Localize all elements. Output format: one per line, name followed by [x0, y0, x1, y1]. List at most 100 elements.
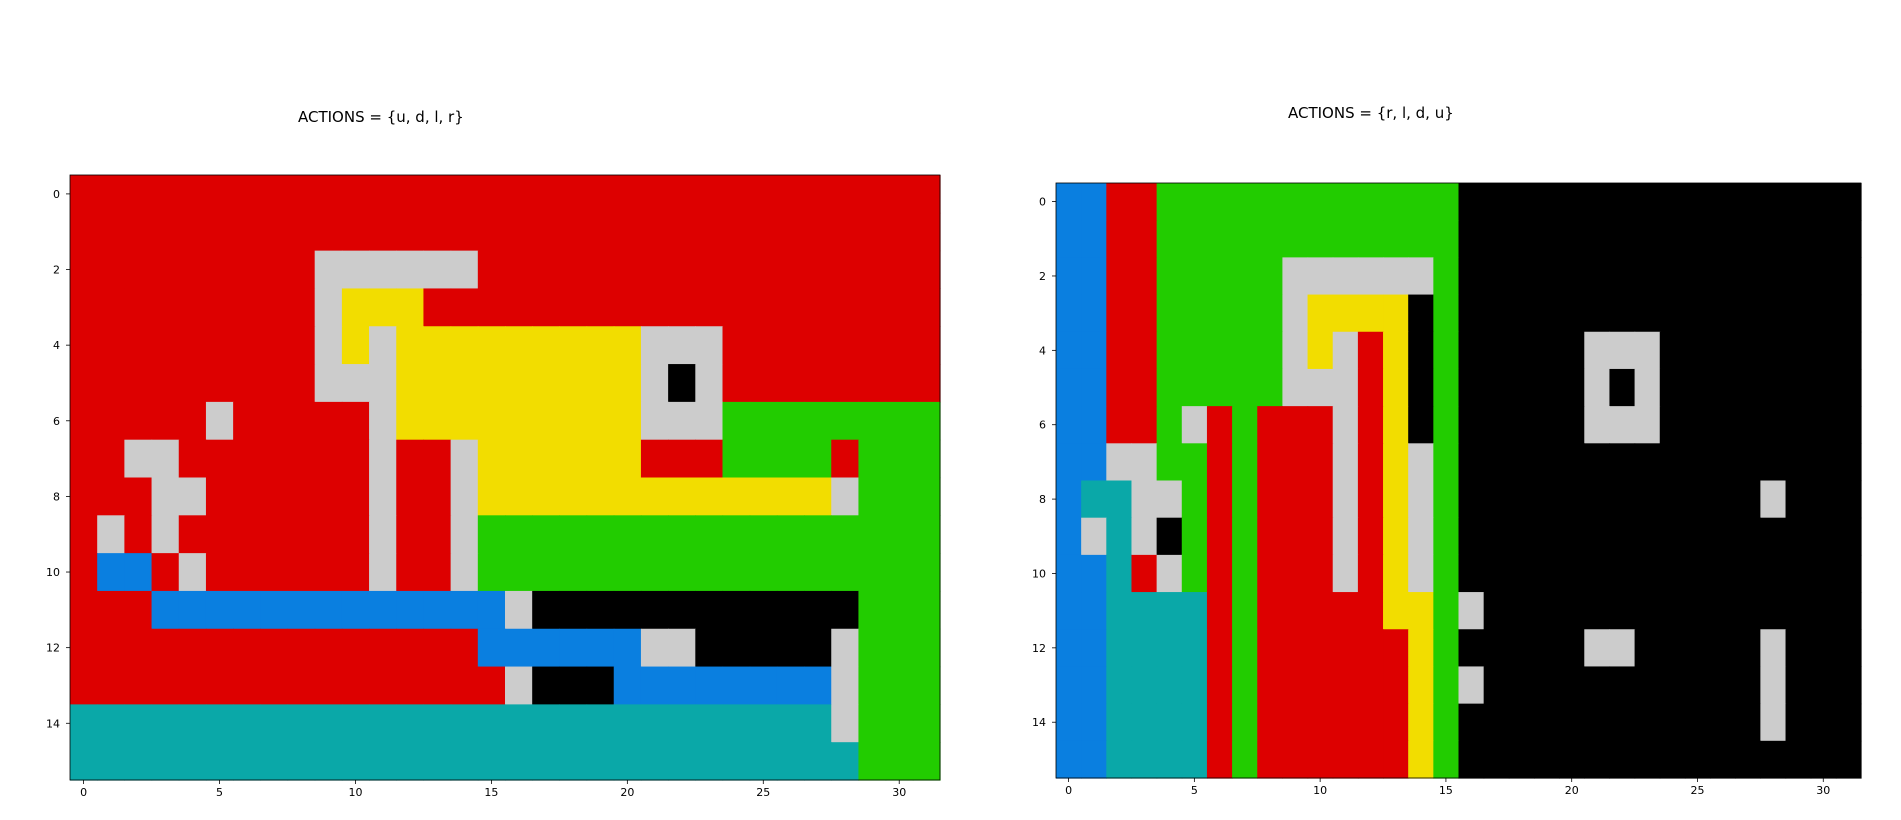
heatmap-cell — [1206, 666, 1233, 705]
heatmap-cell — [1533, 257, 1560, 296]
heatmap-cell — [1357, 592, 1384, 630]
heatmap-cell — [1156, 517, 1183, 556]
heatmap-cell — [260, 175, 289, 214]
heatmap-cell — [423, 742, 452, 781]
heatmap-cell — [1332, 406, 1359, 444]
heatmap-cell — [1257, 517, 1284, 556]
heatmap-cell — [1181, 183, 1208, 221]
heatmap-cell — [1458, 220, 1485, 258]
heatmap-cell — [1081, 629, 1107, 668]
heatmap-cell — [178, 175, 207, 214]
heatmap-cell — [1257, 294, 1284, 333]
heatmap-cell — [505, 288, 533, 327]
heatmap-cell — [1131, 480, 1158, 519]
heatmap-cell — [1659, 331, 1686, 370]
heatmap-cell — [1131, 220, 1158, 258]
heatmap-cell — [1760, 703, 1787, 742]
heatmap-cell — [1659, 480, 1686, 519]
heatmap-cell — [1508, 480, 1535, 519]
heatmap-cell — [1508, 740, 1535, 779]
heatmap-cell — [1508, 257, 1535, 296]
heatmap-cell — [804, 515, 832, 554]
heatmap-cell — [178, 212, 207, 252]
heatmap-cell — [396, 628, 425, 668]
heatmap-cell — [1760, 257, 1787, 296]
heatmap-cell — [477, 401, 506, 441]
heatmap-cell — [1081, 220, 1107, 258]
heatmap-cell — [1257, 554, 1284, 593]
heatmap-cell — [1383, 443, 1409, 482]
heatmap-cell — [124, 628, 153, 668]
heatmap-cell — [97, 742, 125, 781]
heatmap-cell — [260, 212, 289, 252]
heatmap-cell — [314, 288, 343, 327]
heatmap-cell — [1206, 629, 1233, 668]
heatmap-cell — [858, 553, 887, 592]
heatmap-cell — [450, 175, 479, 214]
heatmap-cell — [505, 250, 533, 290]
heatmap-cell — [1735, 703, 1761, 742]
heatmap-cell — [233, 326, 261, 365]
heatmap-cell — [1810, 331, 1837, 370]
heatmap-cell — [1408, 740, 1434, 779]
heatmap-cell — [1584, 480, 1611, 519]
heatmap-cell — [1710, 257, 1736, 296]
heatmap-cell — [1408, 666, 1434, 705]
heatmap-cell — [1508, 517, 1535, 556]
heatmap-cell — [396, 439, 425, 479]
heatmap-cell — [1357, 703, 1384, 742]
heatmap-cell — [369, 704, 397, 743]
heatmap-cell — [776, 364, 805, 403]
heatmap-cell — [1710, 294, 1736, 333]
heatmap-cell — [505, 666, 533, 705]
heatmap-cell — [287, 250, 316, 290]
heatmap-cell — [124, 704, 153, 743]
heatmap-cell — [776, 515, 805, 554]
heatmap-cell — [1835, 629, 1862, 668]
heatmap-cell — [1131, 517, 1158, 556]
heatmap-cell — [396, 401, 425, 441]
heatmap-cell — [1332, 554, 1359, 593]
heatmap-cell — [151, 666, 180, 705]
heatmap-cell — [1533, 183, 1560, 221]
heatmap-cell — [314, 515, 343, 554]
heatmap-cell — [695, 666, 724, 705]
heatmap-cell — [1458, 443, 1485, 482]
heatmap-cell — [1684, 257, 1711, 296]
heatmap-cell — [804, 175, 832, 214]
heatmap-cell — [1408, 554, 1434, 593]
heatmap-cell — [1659, 220, 1686, 258]
heatmap-cell — [1408, 480, 1434, 519]
heatmap-cell — [586, 477, 615, 516]
heatmap-cell — [1735, 629, 1761, 668]
heatmap-cell — [477, 212, 506, 252]
heatmap-cell — [287, 666, 316, 705]
heatmap-cell — [233, 477, 261, 516]
heatmap-cell — [1282, 629, 1309, 668]
heatmap-cell — [1559, 220, 1585, 258]
heatmap-cell — [532, 666, 560, 705]
heatmap-cell — [1106, 294, 1133, 333]
heatmap-cell — [1408, 703, 1434, 742]
heatmap-cell — [559, 590, 588, 630]
heatmap-cell — [1659, 554, 1686, 593]
heatmap-cell — [151, 590, 180, 630]
heatmap-cell — [1785, 517, 1812, 556]
heatmap-cell — [70, 326, 98, 365]
charts-canvas: 0 5 10 15 20 25 30 0 2 4 6 8 10 12 14 0 5 10 15 20 25 30 0 2 4 6 8… — [46, 174, 1862, 799]
heatmap-cell — [885, 666, 914, 705]
heatmap-cell — [1131, 703, 1158, 742]
heatmap-cell — [1559, 554, 1585, 593]
heatmap-cell — [1257, 629, 1284, 668]
heatmap-cell — [1056, 480, 1082, 519]
heatmap-cell — [695, 628, 724, 668]
heatmap-cell — [1810, 666, 1837, 705]
heatmap-cell — [1307, 443, 1334, 482]
heatmap-cell — [396, 553, 425, 592]
heatmap-cell — [1609, 406, 1636, 444]
heatmap-cell — [1559, 257, 1585, 296]
heatmap-cell — [1433, 629, 1460, 668]
heatmap-cell — [1810, 517, 1837, 556]
heatmap-cell — [205, 477, 234, 516]
heatmap-cell — [1383, 592, 1409, 630]
